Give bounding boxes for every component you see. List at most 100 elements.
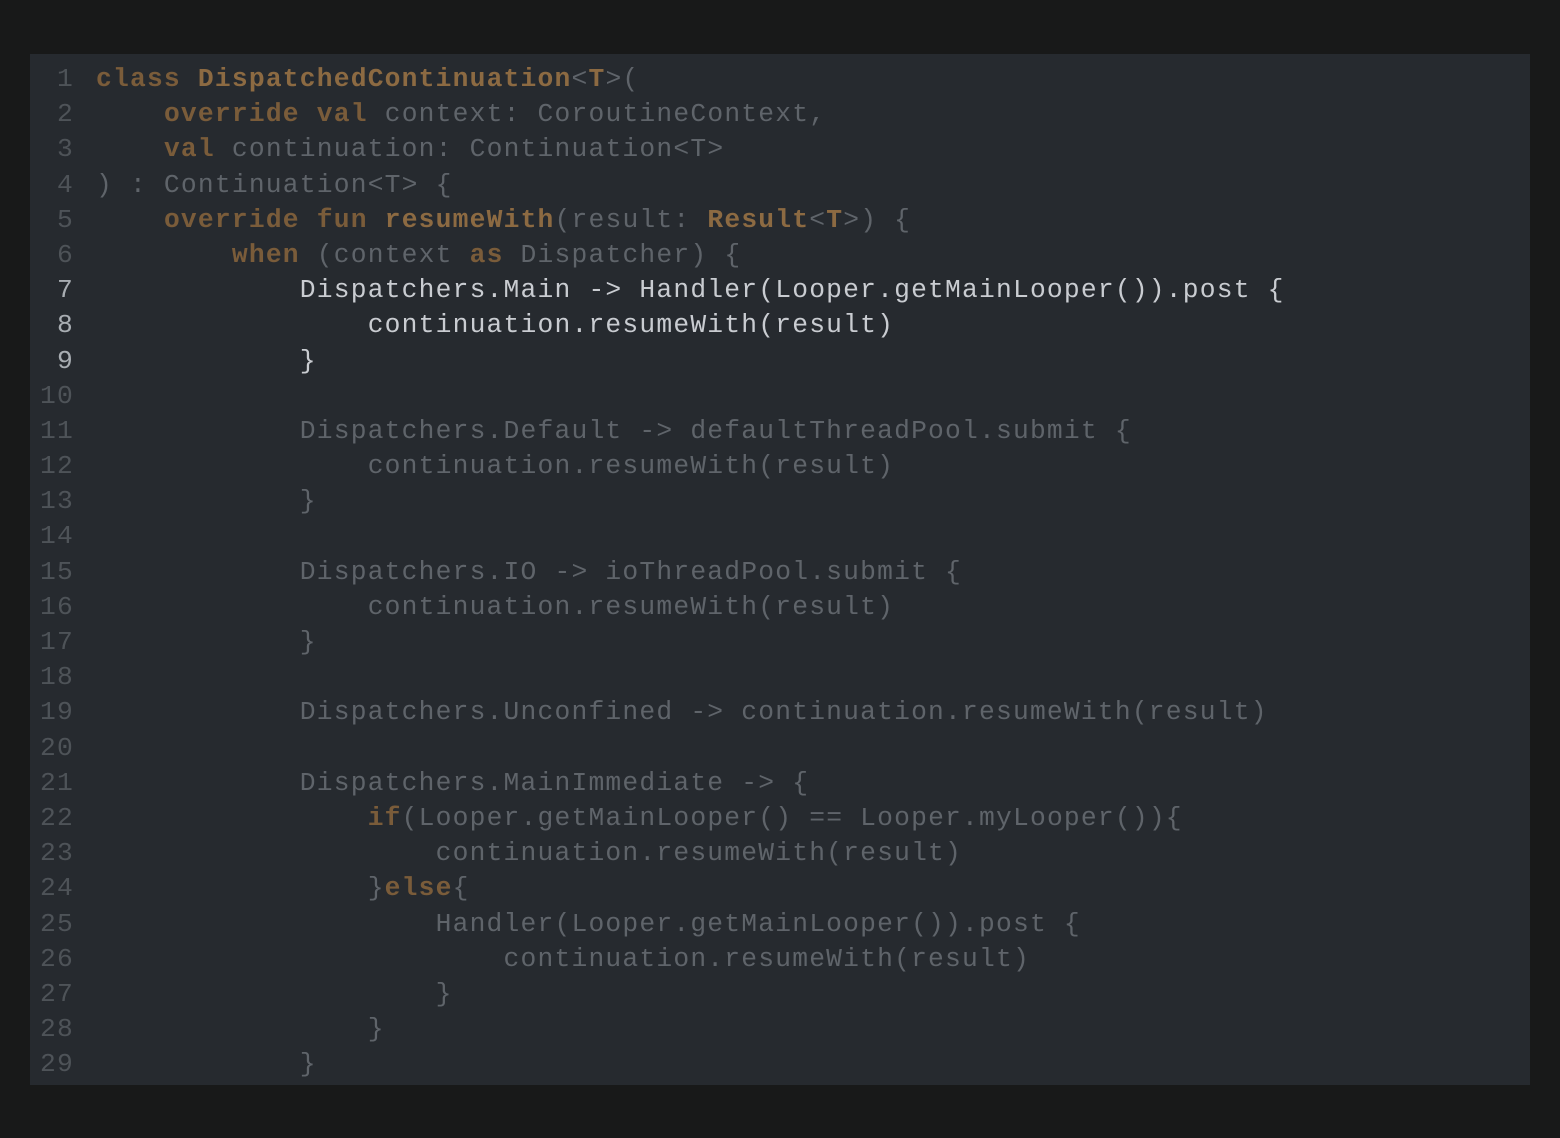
line-number: 5 — [57, 204, 74, 235]
code-line[interactable]: 9 } — [30, 344, 1530, 379]
code-line[interactable]: 4) : Continuation<T> { — [30, 168, 1530, 203]
line-number: 23 — [40, 838, 74, 869]
code-token: continuation.resumeWith(result) — [96, 943, 1030, 974]
code-line[interactable]: 3 val continuation: Continuation<T> — [30, 132, 1530, 167]
line-text: continuation.resumeWith(result) — [96, 590, 894, 625]
line-text: continuation.resumeWith(result) — [96, 836, 962, 871]
line-text: override val context: CoroutineContext, — [96, 97, 826, 132]
line-text: Handler(Looper.getMainLooper()).post { — [96, 907, 1081, 942]
code-line[interactable]: 23 continuation.resumeWith(result) — [30, 836, 1530, 871]
line-number: 21 — [40, 767, 74, 798]
line-text: } — [96, 977, 453, 1012]
line-number: 17 — [40, 627, 74, 657]
code-token-kw: if — [367, 802, 402, 833]
line-number: 22 — [40, 802, 74, 833]
line-text: continuation.resumeWith(result) — [96, 942, 1030, 977]
line-number: 16 — [40, 591, 74, 622]
line-text: continuation.resumeWith(result) — [96, 308, 894, 343]
line-text: override fun resumeWith(result: Result<T… — [96, 203, 911, 238]
code-token: Dispatchers.Default -> defaultThreadPool… — [96, 415, 1132, 446]
code-token-kw: class — [96, 64, 181, 94]
line-text: } — [96, 344, 317, 379]
code-line[interactable]: 26 continuation.resumeWith(result) — [30, 942, 1530, 977]
code-token: Dispatchers.Main -> Handler(Looper.getMa… — [96, 275, 1285, 306]
code-token: } — [96, 627, 317, 657]
code-token: Dispatchers.Unconfined -> continuation.r… — [96, 697, 1268, 728]
code-token-kw: fun — [316, 204, 368, 235]
code-token-kw: override — [163, 204, 300, 235]
code-token: } — [96, 486, 317, 517]
code-block: 1 class DispatchedContinuation<T>(2 overr… — [30, 62, 1530, 1082]
code-line[interactable]: 22 if(Looper.getMainLooper() == Looper.m… — [30, 801, 1530, 836]
code-editor[interactable]: 1 class DispatchedContinuation<T>(2 overr… — [30, 54, 1530, 1085]
code-line[interactable]: 17 } — [30, 625, 1530, 660]
code-line[interactable]: 2 override val context: CoroutineContext… — [30, 97, 1530, 132]
code-line[interactable]: 5 override fun resumeWith(result: Result… — [30, 203, 1530, 238]
code-line[interactable]: 27 } — [30, 977, 1530, 1012]
line-text: Dispatchers.MainImmediate -> { — [96, 766, 809, 801]
code-line[interactable]: 18 — [30, 660, 1530, 695]
line-number: 11 — [40, 415, 74, 446]
code-token: continuation.resumeWith(result) — [96, 838, 963, 869]
code-line[interactable]: 19 Dispatchers.Unconfined -> continuatio… — [30, 695, 1530, 730]
code-line[interactable]: 14 — [30, 519, 1530, 554]
code-token-cls: Result — [707, 204, 810, 235]
line-number: 7 — [57, 275, 74, 306]
code-line[interactable]: 20 — [30, 731, 1530, 766]
code-token: } — [96, 1014, 385, 1045]
code-token-tp: T — [826, 204, 844, 235]
line-text: } — [96, 484, 317, 519]
line-number: 10 — [40, 380, 74, 411]
code-token-cls: DispatchedContinuation — [197, 64, 572, 94]
code-token: (Looper.getMainLooper() == Looper.myLoop… — [401, 802, 1183, 833]
code-token: continuation: Continuation<T> — [214, 134, 725, 165]
line-text: if(Looper.getMainLooper() == Looper.myLo… — [96, 801, 1183, 836]
code-line[interactable]: 24 }else{ — [30, 871, 1530, 906]
line-number: 4 — [57, 169, 74, 200]
line-text: when (context as Dispatcher) { — [96, 238, 741, 273]
code-token: context: CoroutineContext, — [367, 99, 827, 130]
line-number: 18 — [40, 662, 74, 693]
code-line[interactable]: 16 continuation.resumeWith(result) — [30, 590, 1530, 625]
line-number: 2 — [57, 99, 74, 130]
line-text: val continuation: Continuation<T> — [96, 132, 724, 167]
line-text: } — [96, 1047, 317, 1082]
line-number: 15 — [40, 556, 74, 587]
line-number: 26 — [40, 943, 74, 974]
code-line[interactable]: 28 } — [30, 1012, 1530, 1047]
code-line[interactable]: 29 } — [30, 1047, 1530, 1082]
code-line[interactable]: 8 continuation.resumeWith(result) — [30, 308, 1530, 343]
code-token: Dispatchers.IO -> ioThreadPool.submit { — [96, 556, 963, 587]
code-line[interactable]: 10 — [30, 379, 1530, 414]
code-line[interactable]: 13 } — [30, 484, 1530, 519]
line-number: 27 — [40, 978, 74, 1009]
line-text: } — [96, 1012, 385, 1047]
line-number: 13 — [40, 486, 74, 517]
code-token-kw: override — [163, 99, 300, 130]
code-token: < — [571, 64, 589, 94]
line-number: 24 — [40, 873, 74, 904]
code-line[interactable]: 1 class DispatchedContinuation<T>( — [30, 62, 1530, 97]
code-token-kw: val — [316, 99, 368, 130]
code-line[interactable]: 21 Dispatchers.MainImmediate -> { — [30, 766, 1530, 801]
line-number: 12 — [40, 451, 74, 482]
code-token: >) { — [843, 204, 912, 235]
line-text: }else{ — [96, 871, 470, 906]
code-line[interactable]: 6 when (context as Dispatcher) { — [30, 238, 1530, 273]
code-line[interactable]: 11 Dispatchers.Default -> defaultThreadP… — [30, 414, 1530, 449]
code-line[interactable]: 12 continuation.resumeWith(result) — [30, 449, 1530, 484]
line-number: 3 — [57, 134, 74, 165]
screenshot-frame: 1 class DispatchedContinuation<T>(2 overr… — [0, 0, 1560, 1138]
line-number: 29 — [40, 1049, 74, 1080]
code-line[interactable]: 15 Dispatchers.IO -> ioThreadPool.submit… — [30, 555, 1530, 590]
code-line[interactable]: 25 Handler(Looper.getMainLooper()).post … — [30, 907, 1530, 942]
line-number: 9 — [57, 345, 74, 376]
line-text: } — [96, 625, 317, 660]
code-line[interactable]: 7 Dispatchers.Main -> Handler(Looper.get… — [30, 273, 1530, 308]
